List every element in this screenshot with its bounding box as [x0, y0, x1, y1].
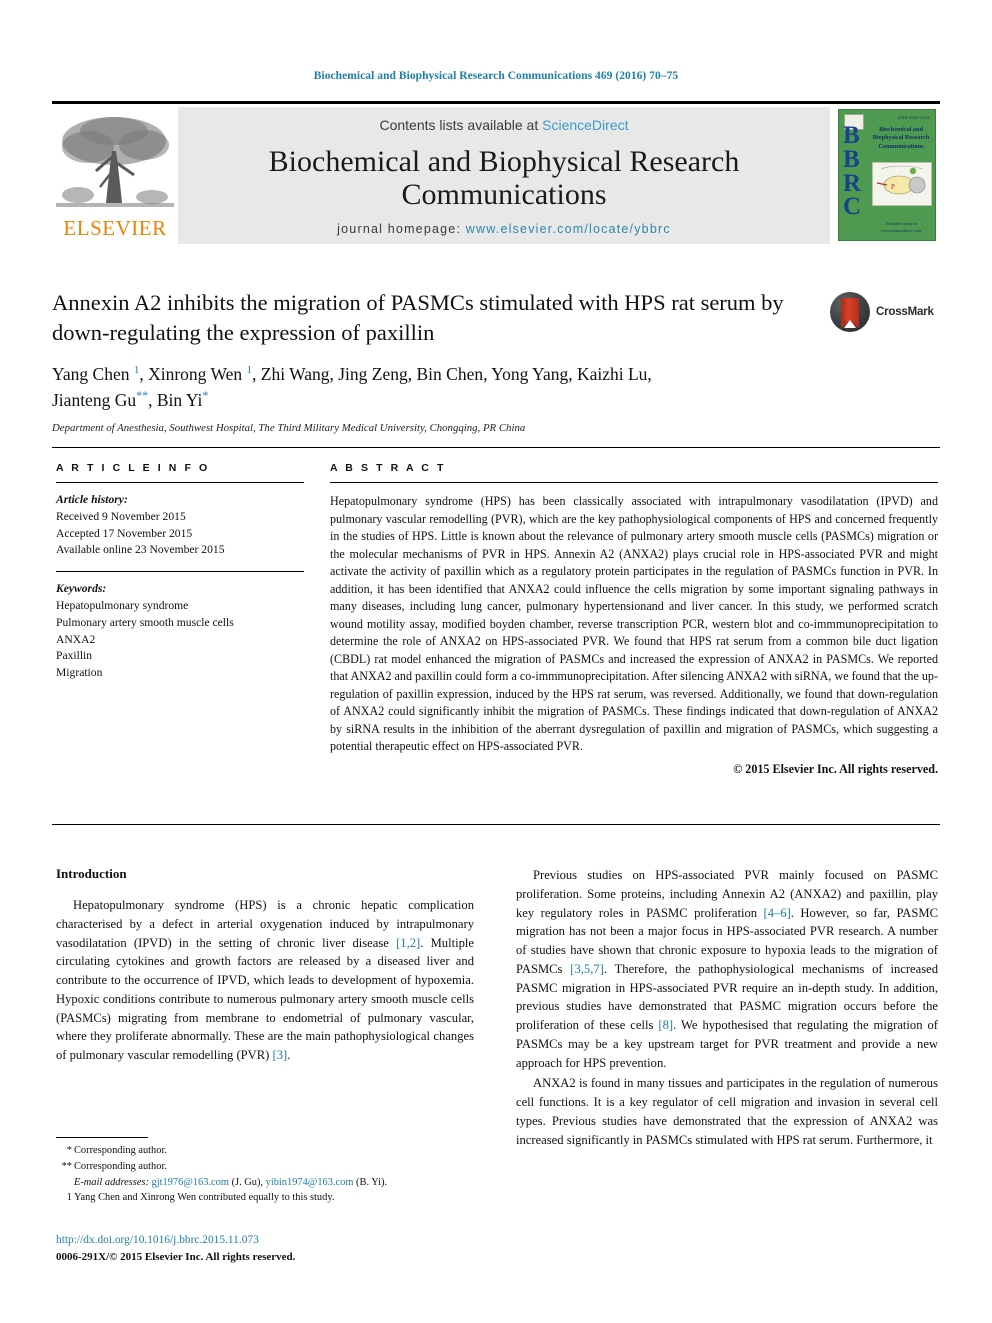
history-available: Available online 23 November 2015	[56, 543, 225, 557]
abstract-copyright: © 2015 Elsevier Inc. All rights reserved…	[733, 761, 938, 776]
contents-available-line: Contents lists available at ScienceDirec…	[178, 117, 830, 133]
keyword-item: Pulmonary artery smooth muscle cells	[56, 615, 234, 629]
article-history-group: Article history: Received 9 November 201…	[56, 492, 304, 559]
masthead-band: Contents lists available at ScienceDirec…	[178, 107, 830, 244]
cover-initials: BBRC	[843, 122, 861, 221]
doi-block: http://dx.doi.org/10.1016/j.bbrc.2015.11…	[56, 1232, 556, 1266]
footnote-emails: E-mail addresses: gjt1976@163.com (J. Gu…	[56, 1175, 476, 1191]
body-left-column: Introduction Hepatopulmonary syndrome (H…	[56, 866, 474, 1067]
author-segment-3: , Zhi Wang, Jing Zeng, Bin Chen, Yong Ya…	[252, 364, 652, 385]
elsevier-logo: ELSEVIER	[52, 107, 178, 244]
keyword-item: Hepatopulmonary syndrome	[56, 598, 189, 612]
body-right-column: Previous studies on HPS-associated PVR m…	[516, 866, 938, 1151]
author-corresponding-mark-1[interactable]: *	[202, 388, 208, 402]
article-info-heading: A R T I C L E I N F O	[56, 462, 210, 474]
cover-footer-text: Available online at www.sciencedirect.co…	[881, 221, 921, 233]
email-link-1[interactable]: gjt1976@163.com	[152, 1177, 229, 1188]
crossmark-label: CrossMark	[876, 306, 934, 318]
email-label: E-mail addresses:	[74, 1176, 149, 1188]
journal-masthead: ELSEVIER Contents lists available at Sci…	[52, 101, 940, 244]
history-accepted: Accepted 17 November 2015	[56, 526, 193, 540]
abstract-bottom-rule	[52, 824, 940, 825]
email-owner-2: (B. Yi).	[356, 1176, 388, 1188]
keyword-item: Migration	[56, 666, 103, 680]
keyword-item: Paxillin	[56, 649, 93, 663]
info-top-rule	[52, 447, 940, 448]
footnote-corresponding-2: ** Corresponding author.	[56, 1159, 476, 1175]
paragraph-text: . Multiple circulating cytokines and gro…	[56, 935, 474, 1063]
paragraph-text: ANXA2 is found in many tissues and parti…	[516, 1076, 938, 1147]
abstract-heading: A B S T R A C T	[330, 462, 446, 474]
journal-cover-thumbnail: ISSN 0006-291X BBRC Biochemical and Biop…	[836, 107, 940, 244]
homepage-url-link[interactable]: www.elsevier.com/locate/ybbrc	[466, 222, 671, 236]
elsevier-tree-icon	[56, 111, 174, 215]
doi-link[interactable]: http://dx.doi.org/10.1016/j.bbrc.2015.11…	[56, 1232, 556, 1249]
footnote-corresponding-1: * Corresponding author.	[56, 1143, 476, 1159]
article-history-label: Article history:	[56, 493, 128, 506]
author-segment-4: Jianteng Gu	[52, 390, 137, 411]
abstract-heading-rule	[330, 482, 938, 483]
author-segment-5: , Bin Yi	[148, 390, 203, 411]
article-info-column: A R T I C L E I N F O Article history: R…	[56, 462, 304, 682]
footnote-rule	[56, 1137, 148, 1138]
footnote-equal-contribution: 1 Yang Chen and Xinrong Wen contributed …	[56, 1190, 476, 1206]
paragraph: Previous studies on HPS-associated PVR m…	[516, 866, 938, 1072]
author-list: Yang Chen 1, Xinrong Wen 1, Zhi Wang, Ji…	[52, 362, 842, 413]
footnote-mark: **	[61, 1160, 72, 1172]
contents-prefix: Contents lists available at	[379, 117, 543, 133]
citation-link[interactable]: [4–6]	[764, 906, 791, 920]
history-received: Received 9 November 2015	[56, 509, 186, 523]
keywords-group: Keywords: Hepatopulmonary syndrome Pulmo…	[56, 581, 304, 682]
paragraph-text: .	[287, 1048, 291, 1062]
elsevier-wordmark: ELSEVIER	[63, 216, 167, 240]
sciencedirect-link[interactable]: ScienceDirect	[542, 117, 628, 133]
citation-link[interactable]: [1,2]	[396, 936, 420, 950]
journal-homepage-line: journal homepage: www.elsevier.com/locat…	[178, 222, 830, 236]
crossmark-icon	[830, 292, 870, 332]
info-heading-rule	[56, 482, 304, 483]
citation-link[interactable]: [3]	[273, 1048, 288, 1062]
author-corresponding-mark-2[interactable]: **	[136, 388, 148, 402]
paper-page: Biochemical and Biophysical Research Com…	[0, 0, 992, 1323]
email-owner-1: (J. Gu),	[231, 1176, 264, 1188]
author-segment-2: , Xinrong Wen	[139, 364, 247, 385]
abstract-column: A B S T R A C T Hepatopulmonary syndrome…	[330, 462, 938, 777]
cover-journal-title: Biochemical and Biophysical Research Com…	[872, 126, 930, 150]
footnote-mark: 1	[66, 1192, 72, 1204]
homepage-label: journal homepage:	[337, 222, 466, 236]
info-divider	[56, 571, 304, 573]
cover-issn: ISSN 0006-291X	[897, 115, 930, 120]
affiliation: Department of Anesthesia, Southwest Hosp…	[52, 421, 526, 434]
keywords-label: Keywords:	[56, 582, 107, 596]
footnote-text: Yang Chen and Xinrong Wen contributed eq…	[74, 1192, 335, 1204]
crossmark-badge[interactable]: CrossMark	[830, 290, 940, 334]
journal-title: Biochemical and Biophysical Research Com…	[268, 144, 740, 211]
abstract-text: Hepatopulmonary syndrome (HPS) has been …	[330, 494, 938, 754]
footnote-mark: *	[66, 1145, 72, 1156]
paragraph: Hepatopulmonary syndrome (HPS) is a chro…	[56, 896, 474, 1065]
svg-text:P: P	[891, 183, 895, 191]
issn-copyright-line: 0006-291X/© 2015 Elsevier Inc. All right…	[56, 1251, 296, 1264]
footnotes-block: * Corresponding author. ** Corresponding…	[56, 1143, 476, 1206]
footnote-text: Corresponding author.	[74, 1160, 167, 1172]
author-segment-1: Yang Chen	[52, 364, 134, 385]
article-title: Annexin A2 inhibits the migration of PAS…	[52, 290, 784, 345]
citation-link[interactable]: [8]	[658, 1018, 673, 1032]
keyword-item: ANXA2	[56, 632, 96, 646]
title-block: Annexin A2 inhibits the migration of PAS…	[52, 288, 940, 434]
running-head: Biochemical and Biophysical Research Com…	[313, 70, 679, 82]
paragraph: ANXA2 is found in many tissues and parti…	[516, 1074, 938, 1149]
section-heading-introduction: Introduction	[56, 866, 127, 881]
footnote-text: Corresponding author.	[74, 1145, 167, 1156]
cover-figure-icon: P	[872, 162, 932, 206]
citation-link[interactable]: [3,5,7]	[570, 962, 604, 976]
email-link-2[interactable]: yibin1974@163.com	[266, 1177, 354, 1188]
